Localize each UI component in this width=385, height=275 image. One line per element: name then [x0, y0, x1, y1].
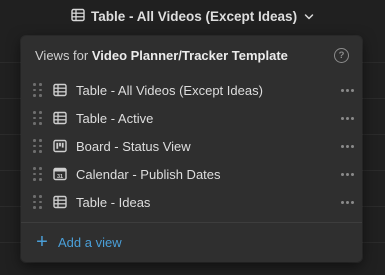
dropdown-title-prefix: Views for — [35, 48, 92, 63]
chevron-down-icon — [304, 9, 314, 24]
plus-icon: + — [36, 231, 48, 253]
view-item-table-ideas[interactable]: Table - Ideas — [27, 189, 356, 215]
table-icon — [53, 111, 67, 125]
more-options-icon[interactable] — [338, 110, 356, 126]
more-options-icon[interactable] — [338, 166, 356, 182]
table-icon — [53, 83, 67, 97]
view-item-label: Table - Active — [76, 110, 154, 126]
view-switcher-button[interactable]: Table - All Videos (Except Ideas) — [71, 5, 314, 27]
drag-handle-icon[interactable] — [33, 111, 43, 125]
view-item-table-active[interactable]: Table - Active — [27, 105, 356, 131]
drag-handle-icon[interactable] — [33, 139, 43, 153]
view-item-label: Board - Status View — [76, 138, 191, 154]
page: Table - All Videos (Except Ideas) Views … — [0, 0, 385, 275]
drag-handle-icon[interactable] — [33, 167, 43, 181]
board-icon — [53, 139, 67, 153]
table-icon — [71, 8, 85, 25]
view-item-table-all-videos[interactable]: Table - All Videos (Except Ideas) — [27, 77, 356, 103]
current-view-label: Table - All Videos (Except Ideas) — [91, 8, 298, 24]
add-view-button[interactable]: + Add a view — [35, 231, 122, 253]
dropdown-title: Views for Video Planner/Tracker Template — [35, 48, 288, 63]
drag-handle-icon[interactable] — [33, 195, 43, 209]
view-item-label: Table - All Videos (Except Ideas) — [76, 82, 263, 98]
views-dropdown-menu: Views for Video Planner/Tracker Template… — [21, 36, 362, 262]
divider — [21, 222, 362, 223]
view-item-label: Table - Ideas — [76, 194, 151, 210]
drag-handle-icon[interactable] — [33, 83, 43, 97]
more-options-icon[interactable] — [338, 82, 356, 98]
view-item-label: Calendar - Publish Dates — [76, 166, 221, 182]
database-name: Video Planner/Tracker Template — [91, 48, 288, 63]
view-item-calendar-publish[interactable]: 31 Calendar - Publish Dates — [27, 161, 356, 187]
calendar-icon-day: 31 — [57, 174, 63, 180]
view-item-board-status[interactable]: Board - Status View — [27, 133, 356, 159]
more-options-icon[interactable] — [338, 194, 356, 210]
calendar-icon: 31 — [53, 167, 67, 181]
add-view-label: Add a view — [58, 234, 122, 250]
table-icon — [53, 195, 67, 209]
more-options-icon[interactable] — [338, 138, 356, 154]
help-icon[interactable]: ? — [334, 48, 349, 63]
